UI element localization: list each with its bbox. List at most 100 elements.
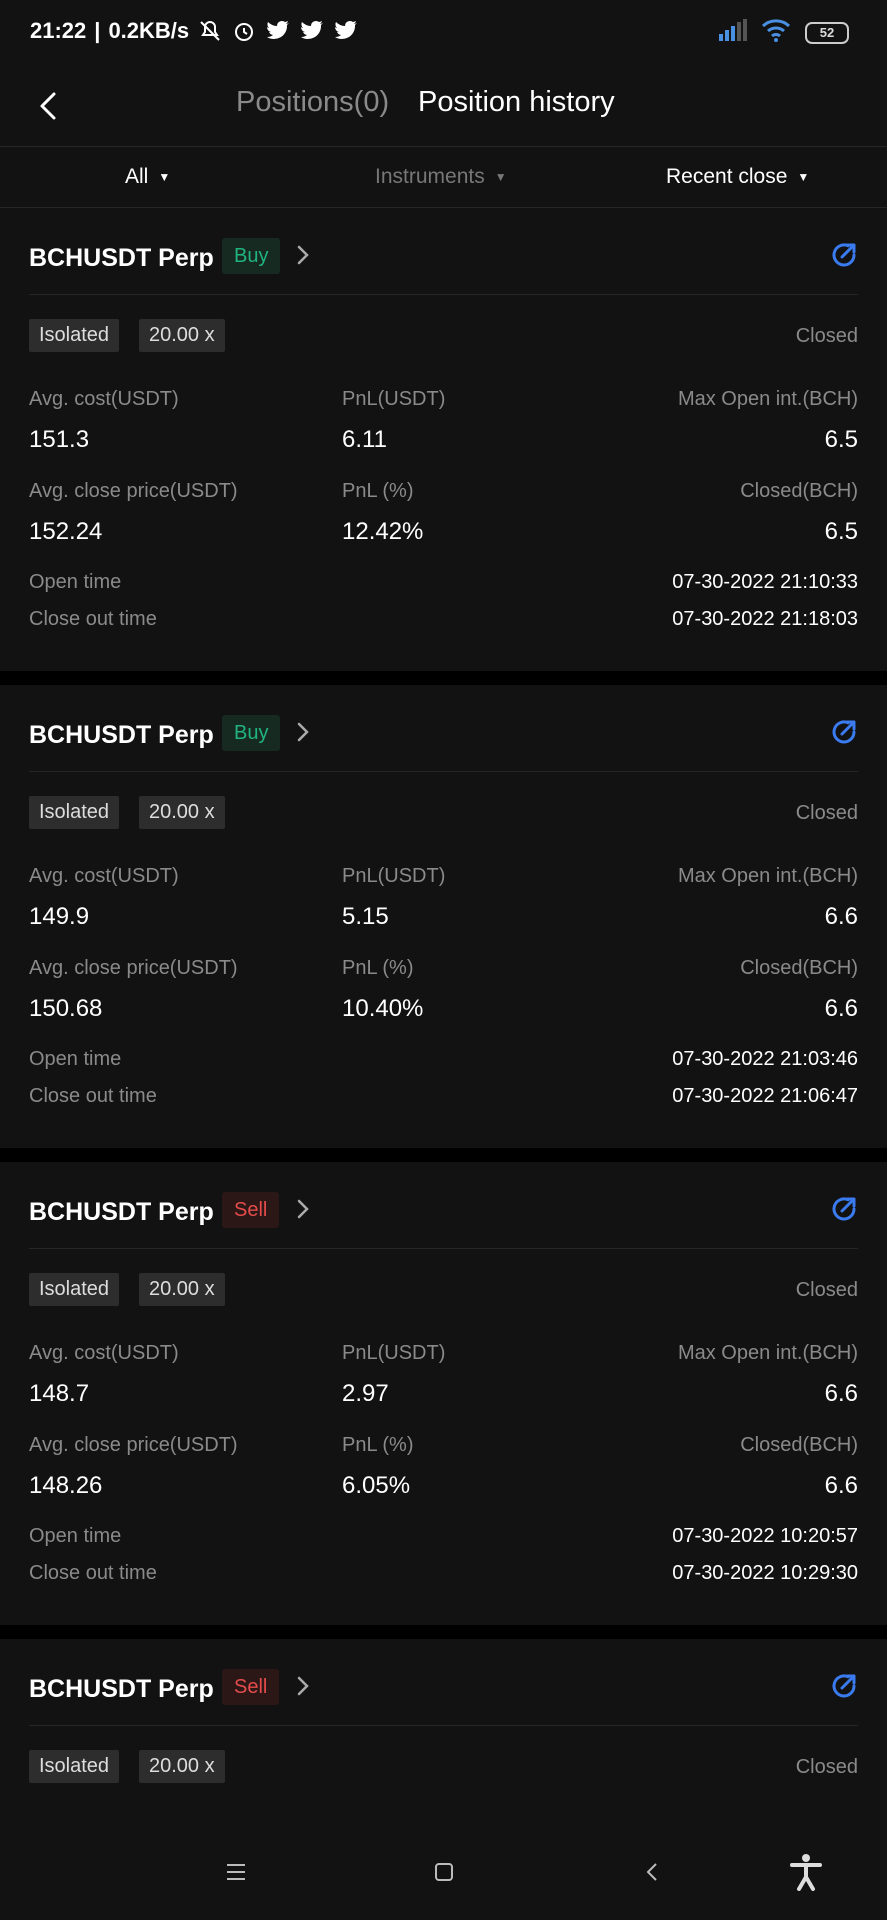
open-time-label: Open time — [29, 1048, 122, 1070]
pnl-pct-value: 10.40% — [342, 995, 424, 1022]
open-time-label: Open time — [29, 1525, 122, 1547]
close-time-label: Close out time — [29, 1562, 157, 1584]
share-icon[interactable] — [828, 1193, 860, 1225]
max-open-label: Max Open int.(BCH) — [677, 388, 858, 410]
top-nav: Positions(0) Position history — [0, 66, 887, 146]
share-icon[interactable] — [828, 239, 860, 271]
tab-position-history[interactable]: Position history — [418, 86, 615, 119]
chevron-right-icon[interactable] — [296, 1194, 316, 1224]
divider — [29, 294, 858, 295]
pnl-pct-label: PnL (%) — [342, 957, 414, 979]
menu-icon[interactable] — [216, 1852, 256, 1892]
battery-icon: 52 — [805, 21, 849, 44]
avg-cost-value: 149.9 — [29, 903, 90, 930]
status-speed: 0.2KB/s — [108, 18, 190, 43]
accessibility-icon[interactable] — [786, 1852, 826, 1892]
side-badge: Buy — [222, 238, 281, 274]
avg-cost-value: 151.3 — [29, 426, 90, 453]
pnl-value: 6.11 — [342, 426, 387, 453]
status-label: Closed — [795, 1756, 858, 1778]
status-bar: 21:22 | 0.2KB/s 52 — [0, 0, 887, 66]
pnl-value: 5.15 — [342, 903, 389, 930]
max-open-value: 6.6 — [824, 903, 858, 930]
pnl-label: PnL(USDT) — [342, 388, 446, 410]
symbol-label: BCHUSDT Perp — [29, 721, 214, 749]
pnl-pct-label: PnL (%) — [342, 1434, 414, 1456]
max-open-label: Max Open int.(BCH) — [677, 865, 858, 887]
max-open-value: 6.6 — [824, 1380, 858, 1407]
closed-qty-label: Closed(BCH) — [740, 1434, 858, 1456]
open-time-value: 07-30-2022 10:20:57 — [672, 1525, 858, 1547]
status-left: 21:22 | 0.2KB/s — [30, 18, 359, 44]
margin-mode-tag: Isolated — [29, 1273, 120, 1306]
avg-close-label: Avg. close price(USDT) — [29, 1434, 238, 1456]
chevron-right-icon[interactable] — [296, 717, 316, 747]
position-card-header[interactable]: BCHUSDT Perp Sell — [0, 1162, 887, 1248]
wifi-icon — [761, 18, 791, 47]
share-icon[interactable] — [828, 716, 860, 748]
filter-instruments-dropdown[interactable]: Instruments ▼ — [375, 165, 507, 189]
filter-recent-label: Recent close — [666, 165, 788, 188]
status-time: 21:22 — [30, 18, 87, 43]
avg-close-label: Avg. close price(USDT) — [29, 480, 238, 502]
filter-instruments-label: Instruments — [375, 165, 485, 188]
close-time-label: Close out time — [29, 1085, 157, 1107]
position-card: BCHUSDT Perp Buy Isolated 20.00 x Closed… — [0, 685, 887, 1148]
twitter-icon — [299, 18, 325, 44]
home-icon[interactable] — [424, 1852, 464, 1892]
position-card-header[interactable]: BCHUSDT Perp Buy — [0, 208, 887, 294]
max-open-value: 6.5 — [824, 426, 858, 453]
position-card-header[interactable]: BCHUSDT Perp Sell — [0, 1639, 887, 1725]
position-card-header[interactable]: BCHUSDT Perp Buy — [0, 685, 887, 771]
leverage-tag: 20.00 x — [139, 1273, 225, 1306]
back-icon[interactable] — [632, 1852, 672, 1892]
avg-cost-value: 148.7 — [29, 1380, 90, 1407]
back-button[interactable] — [28, 86, 68, 126]
tab-positions[interactable]: Positions(0) — [236, 86, 389, 119]
mute-icon — [197, 18, 223, 44]
status-label: Closed — [795, 1279, 858, 1301]
status-label: Closed — [795, 802, 858, 824]
close-time-value: 07-30-2022 10:29:30 — [672, 1562, 858, 1584]
avg-close-value: 152.24 — [29, 518, 103, 545]
avg-close-value: 148.26 — [29, 1472, 103, 1499]
position-history-list: BCHUSDT Perp Buy Isolated 20.00 x Closed… — [0, 208, 887, 1893]
chevron-right-icon[interactable] — [296, 1671, 316, 1701]
side-badge: Sell — [222, 1192, 280, 1228]
caret-down-icon: ▼ — [494, 170, 507, 184]
margin-mode-tag: Isolated — [29, 319, 120, 352]
closed-qty-value: 6.6 — [824, 1472, 858, 1499]
divider — [29, 771, 858, 772]
side-badge: Buy — [222, 715, 281, 751]
filter-all-dropdown[interactable]: All ▼ — [125, 165, 170, 189]
signal-icon — [719, 19, 747, 46]
status-label: Closed — [795, 325, 858, 347]
position-card: BCHUSDT Perp Sell Isolated 20.00 x Close… — [0, 1162, 887, 1625]
open-time-label: Open time — [29, 571, 122, 593]
avg-close-value: 150.68 — [29, 995, 103, 1022]
position-card: BCHUSDT Perp Buy Isolated 20.00 x Closed… — [0, 208, 887, 671]
filter-recent-close-dropdown[interactable]: Recent close ▼ — [666, 165, 809, 189]
caret-down-icon: ▼ — [158, 170, 171, 184]
filter-bar: All ▼ Instruments ▼ Recent close ▼ — [0, 146, 887, 208]
filter-all-label: All — [125, 165, 149, 188]
close-time-value: 07-30-2022 21:06:47 — [672, 1085, 858, 1107]
status-right: 52 — [719, 18, 849, 47]
avg-close-label: Avg. close price(USDT) — [29, 957, 238, 979]
margin-mode-tag: Isolated — [29, 1750, 120, 1783]
pnl-label: PnL(USDT) — [342, 865, 446, 887]
divider — [29, 1248, 858, 1249]
margin-mode-tag: Isolated — [29, 796, 120, 829]
back-arrow-icon — [40, 92, 56, 120]
closed-qty-label: Closed(BCH) — [740, 480, 858, 502]
twitter-icon — [265, 18, 291, 44]
open-time-value: 07-30-2022 21:10:33 — [672, 571, 858, 593]
pnl-pct-value: 6.05% — [342, 1472, 411, 1499]
divider — [29, 1725, 858, 1726]
max-open-label: Max Open int.(BCH) — [677, 1342, 858, 1364]
pnl-value: 2.97 — [342, 1380, 389, 1407]
chevron-right-icon[interactable] — [296, 240, 316, 270]
share-icon[interactable] — [828, 1670, 860, 1702]
symbol-label: BCHUSDT Perp — [29, 1675, 214, 1703]
leverage-tag: 20.00 x — [139, 1750, 225, 1783]
